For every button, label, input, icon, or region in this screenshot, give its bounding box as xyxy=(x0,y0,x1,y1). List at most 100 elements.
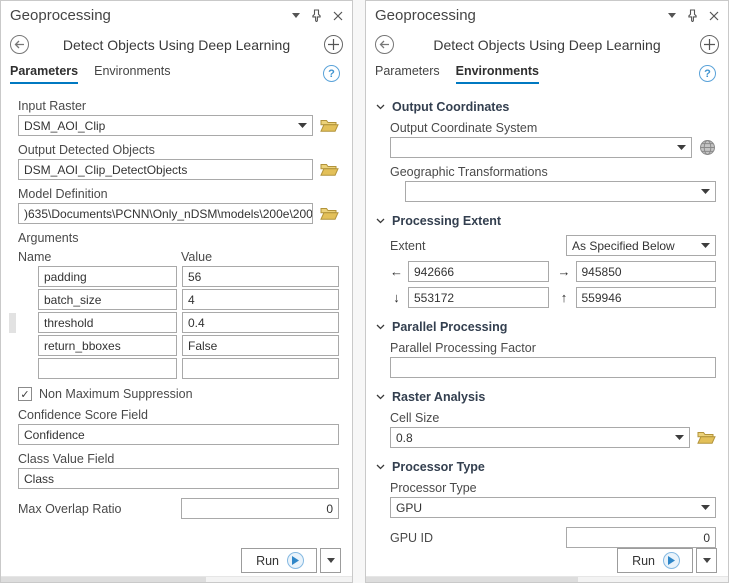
arguments-label: Arguments xyxy=(18,231,339,245)
argument-value-input[interactable]: 0.4 xyxy=(182,312,339,333)
pane-titlebar: Geoprocessing xyxy=(1,1,352,26)
tab-parameters[interactable]: Parameters xyxy=(10,64,78,84)
geoprocessing-pane-parameters: Geoprocessing Detect Objects Using Deep … xyxy=(0,0,353,583)
back-button[interactable] xyxy=(375,35,394,54)
argument-row: batch_size 4 xyxy=(38,289,339,310)
pane-title: Geoprocessing xyxy=(375,7,668,24)
globe-icon[interactable] xyxy=(699,139,716,156)
parallel-processing-factor-input[interactable] xyxy=(390,357,716,378)
section-parallel-processing[interactable]: Parallel Processing xyxy=(376,320,716,334)
argument-name-input[interactable]: batch_size xyxy=(38,289,177,310)
nms-label: Non Maximum Suppression xyxy=(39,387,193,401)
tool-header: Detect Objects Using Deep Learning xyxy=(366,26,728,57)
geographic-transformations-combo[interactable] xyxy=(405,181,716,202)
section-output-coordinates[interactable]: Output Coordinates xyxy=(376,100,716,114)
tab-parameters[interactable]: Parameters xyxy=(375,64,440,84)
east-arrow-icon: → xyxy=(558,264,571,279)
close-icon[interactable] xyxy=(333,11,343,21)
scrollbar-thumb[interactable] xyxy=(366,577,578,582)
tool-title: Detect Objects Using Deep Learning xyxy=(394,37,700,53)
class-field-input[interactable]: Class xyxy=(18,468,339,489)
extent-north-input[interactable]: 559946 xyxy=(576,287,717,308)
horizontal-scrollbar[interactable] xyxy=(366,576,728,582)
output-coordinate-system-label: Output Coordinate System xyxy=(390,121,716,135)
extent-mode-combo[interactable]: As Specified Below xyxy=(566,235,716,256)
help-icon[interactable]: ? xyxy=(323,65,340,82)
pane-titlebar: Geoprocessing xyxy=(366,1,728,26)
model-definition-input[interactable]: )635\Documents\PCNN\Only_nDSM\models\200… xyxy=(18,203,313,224)
geographic-transformations-label: Geographic Transformations xyxy=(390,165,716,179)
argument-row: padding 56 xyxy=(38,266,339,287)
pane-menu-chevron-down-icon[interactable] xyxy=(292,13,300,18)
argument-name-input[interactable]: threshold xyxy=(38,312,177,333)
argument-name-input[interactable]: return_bboxes xyxy=(38,335,177,356)
section-processor-type[interactable]: Processor Type xyxy=(376,460,716,474)
extent-west-input[interactable]: 942666 xyxy=(408,261,549,282)
chevron-down-icon[interactable] xyxy=(701,505,710,510)
run-dropdown-button[interactable] xyxy=(320,548,341,573)
tool-header: Detect Objects Using Deep Learning xyxy=(1,26,352,57)
pin-icon[interactable] xyxy=(311,9,322,22)
browse-folder-icon[interactable] xyxy=(697,430,716,445)
gpu-id-row: GPU ID 0 xyxy=(390,527,716,548)
tab-environments[interactable]: Environments xyxy=(456,64,539,84)
output-objects-input[interactable]: DSM_AOI_Clip_DetectObjects xyxy=(18,159,313,180)
pane-menu-chevron-down-icon[interactable] xyxy=(668,13,676,18)
arguments-col-value: Value xyxy=(181,250,212,264)
input-raster-combo[interactable]: DSM_AOI_Clip xyxy=(18,115,313,136)
processor-type-combo[interactable]: GPU xyxy=(390,497,716,518)
section-collapse-icon xyxy=(376,324,385,330)
model-definition-label: Model Definition xyxy=(18,187,339,201)
output-objects-label: Output Detected Objects xyxy=(18,143,339,157)
argument-name-input[interactable] xyxy=(38,358,177,379)
nms-checkbox-row: ✓ Non Maximum Suppression xyxy=(18,387,339,401)
output-coordinate-system-combo[interactable] xyxy=(390,137,692,158)
scrollbar-thumb[interactable] xyxy=(1,577,206,582)
section-processing-extent[interactable]: Processing Extent xyxy=(376,214,716,228)
extent-south-input[interactable]: 553172 xyxy=(408,287,549,308)
argument-value-input[interactable] xyxy=(182,358,339,379)
chevron-down-icon[interactable] xyxy=(298,123,307,128)
max-overlap-label: Max Overlap Ratio xyxy=(18,502,181,516)
chevron-down-icon[interactable] xyxy=(675,435,684,440)
tool-title: Detect Objects Using Deep Learning xyxy=(29,37,324,53)
horizontal-scrollbar[interactable] xyxy=(1,576,352,582)
add-to-model-plus-button[interactable] xyxy=(700,35,719,54)
argument-value-input[interactable]: 56 xyxy=(182,266,339,287)
browse-folder-icon[interactable] xyxy=(320,118,339,133)
south-arrow-icon: ↓ xyxy=(390,290,403,305)
run-button[interactable]: Run xyxy=(617,548,693,573)
chevron-down-icon[interactable] xyxy=(701,189,710,194)
max-overlap-row: Max Overlap Ratio 0 xyxy=(18,498,339,519)
help-icon[interactable]: ? xyxy=(699,65,716,82)
confidence-field-input[interactable]: Confidence xyxy=(18,424,339,445)
argument-value-input[interactable]: False xyxy=(182,335,339,356)
browse-folder-icon[interactable] xyxy=(320,206,339,221)
max-overlap-input[interactable]: 0 xyxy=(181,498,339,519)
run-button[interactable]: Run xyxy=(241,548,317,573)
chevron-down-icon[interactable] xyxy=(677,145,686,150)
tab-environments[interactable]: Environments xyxy=(94,64,170,84)
run-play-icon xyxy=(287,552,304,569)
cell-size-combo[interactable]: 0.8 xyxy=(390,427,690,448)
close-icon[interactable] xyxy=(709,11,719,21)
argument-row-handle[interactable] xyxy=(9,313,16,333)
extent-east-input[interactable]: 945850 xyxy=(576,261,717,282)
back-button[interactable] xyxy=(10,35,29,54)
pin-icon[interactable] xyxy=(687,9,698,22)
run-dropdown-button[interactable] xyxy=(696,548,717,573)
section-raster-analysis[interactable]: Raster Analysis xyxy=(376,390,716,404)
nms-checkbox[interactable]: ✓ xyxy=(18,387,32,401)
browse-folder-icon[interactable] xyxy=(320,162,339,177)
section-collapse-icon xyxy=(376,218,385,224)
west-arrow-icon: ← xyxy=(390,264,403,279)
argument-name-input[interactable]: padding xyxy=(38,266,177,287)
gpu-id-input[interactable]: 0 xyxy=(566,527,716,548)
argument-value-input[interactable]: 4 xyxy=(182,289,339,310)
input-raster-label: Input Raster xyxy=(18,99,339,113)
chevron-down-icon[interactable] xyxy=(701,243,710,248)
add-to-model-plus-button[interactable] xyxy=(324,35,343,54)
section-collapse-icon xyxy=(376,394,385,400)
argument-row: threshold 0.4 xyxy=(38,312,339,333)
class-field-label: Class Value Field xyxy=(18,452,339,466)
